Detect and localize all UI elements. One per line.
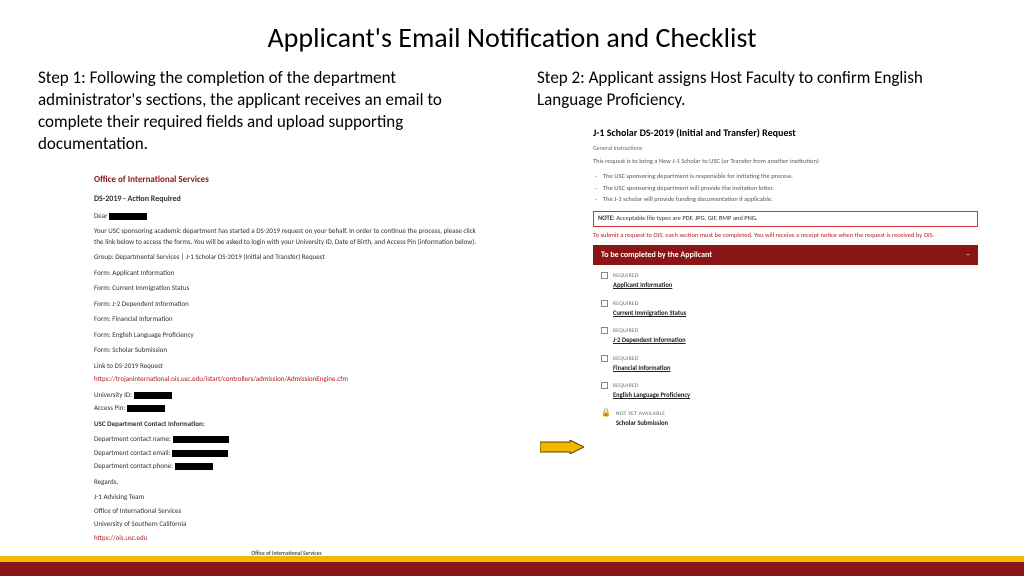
- regards: Regards,: [94, 477, 479, 488]
- form-screenshot: J-1 Scholar DS-2019 (Initial and Transfe…: [537, 125, 986, 428]
- checklist-item-scholar-submission: 🔒 NOT YET AVAILABLEScholar Submission: [601, 409, 970, 429]
- checklist-item-applicant-info[interactable]: REQUIREDApplicant Information: [601, 271, 970, 291]
- checkbox-icon: [601, 382, 608, 389]
- page-title: Applicant's Email Notification and Check…: [38, 20, 986, 55]
- redacted-cname: [173, 436, 229, 443]
- ds2019-link[interactable]: https://trojaninternational.ois.usc.edu/…: [94, 374, 479, 385]
- email-screenshot: Office of International Services DS-2019…: [38, 169, 487, 576]
- checkbox-icon: [601, 300, 608, 307]
- checklist-item-financial[interactable]: REQUIREDFinancial Information: [601, 354, 970, 374]
- collapse-icon[interactable]: –: [966, 249, 970, 261]
- arrow-icon: [540, 440, 584, 454]
- checklist-item-english[interactable]: REQUIREDEnglish Language Proficiency: [601, 381, 970, 401]
- contact-heading: USC Department Contact Information:: [94, 419, 479, 430]
- bullet-2: The J-1 scholar will provide funding doc…: [593, 195, 978, 205]
- email-body1: Your USC sponsoring academic department …: [94, 226, 479, 247]
- access-pin-line: Access Pin:: [94, 403, 479, 414]
- checklist-item-j2[interactable]: REQUIREDJ-2 Dependent Information: [601, 326, 970, 346]
- redacted-id: [134, 392, 172, 399]
- slide-footer-bar: [0, 556, 1024, 576]
- checklist-item-immigration[interactable]: REQUIREDCurrent Immigration Status: [601, 299, 970, 319]
- step2-text: Step 2: Applicant assigns Host Faculty t…: [537, 67, 986, 111]
- checkbox-icon: [601, 327, 608, 334]
- redacted-cphone: [175, 463, 213, 470]
- red-note: To submit a request to OIS, each section…: [593, 231, 978, 239]
- form-intro: This request is to bring a New J-1 Schol…: [593, 157, 978, 167]
- email-subject: DS-2019 - Action Required: [94, 193, 479, 205]
- contact-phone: Department contact phone:: [94, 461, 479, 472]
- univ-id-line: University ID:: [94, 390, 479, 401]
- checkbox-icon: [601, 272, 608, 279]
- link-label: Link to DS-2019 Request: [94, 361, 479, 372]
- right-column: Step 2: Applicant assigns Host Faculty t…: [537, 67, 986, 577]
- redacted-name: [109, 213, 147, 220]
- redacted-pin: [127, 405, 165, 412]
- bullet-1: The USC sponsoring department will provi…: [593, 184, 978, 194]
- sig2: Office of International Services: [94, 506, 479, 517]
- redacted-cemail: [172, 450, 228, 457]
- general-instructions-label: General Instructions: [593, 144, 978, 153]
- form-line-5: Form: Scholar Submission: [94, 345, 479, 356]
- contact-email: Department contact email:: [94, 448, 479, 459]
- left-column: Step 1: Following the completion of the …: [38, 67, 487, 577]
- sig3: University of Southern California: [94, 519, 479, 530]
- section-title: To be completed by the Applicant: [601, 249, 712, 261]
- sig1: J-1 Advising Team: [94, 492, 479, 503]
- checklist: REQUIREDApplicant Information REQUIREDCu…: [593, 265, 978, 428]
- form-line-2: Form: J-2 Dependent Information: [94, 299, 479, 310]
- form-line-1: Form: Current Immigration Status: [94, 283, 479, 294]
- lock-icon: 🔒: [601, 409, 611, 417]
- form-line-0: Form: Applicant Information: [94, 268, 479, 279]
- form-title: J-1 Scholar DS-2019 (Initial and Transfe…: [593, 125, 978, 140]
- checkbox-icon: [601, 355, 608, 362]
- bullet-0: The USC sponsoring department is respons…: [593, 172, 978, 182]
- email-group: Group: Departmental Services | J-1 Schol…: [94, 252, 479, 263]
- salutation: Dear: [94, 211, 479, 222]
- sig-url[interactable]: https://ois.usc.edu: [94, 533, 479, 544]
- step1-text: Step 1: Following the completion of the …: [38, 67, 487, 155]
- note-box: NOTE: Acceptable file types are PDF, JPG…: [593, 211, 978, 227]
- highlight-arrow: [540, 440, 584, 459]
- form-line-3: Form: Financial Information: [94, 314, 479, 325]
- ois-header: Office of International Services: [94, 173, 479, 187]
- form-line-4: Form: English Language Proficiency: [94, 330, 479, 341]
- applicant-section-bar[interactable]: To be completed by the Applicant –: [593, 245, 978, 265]
- contact-name: Department contact name:: [94, 434, 479, 445]
